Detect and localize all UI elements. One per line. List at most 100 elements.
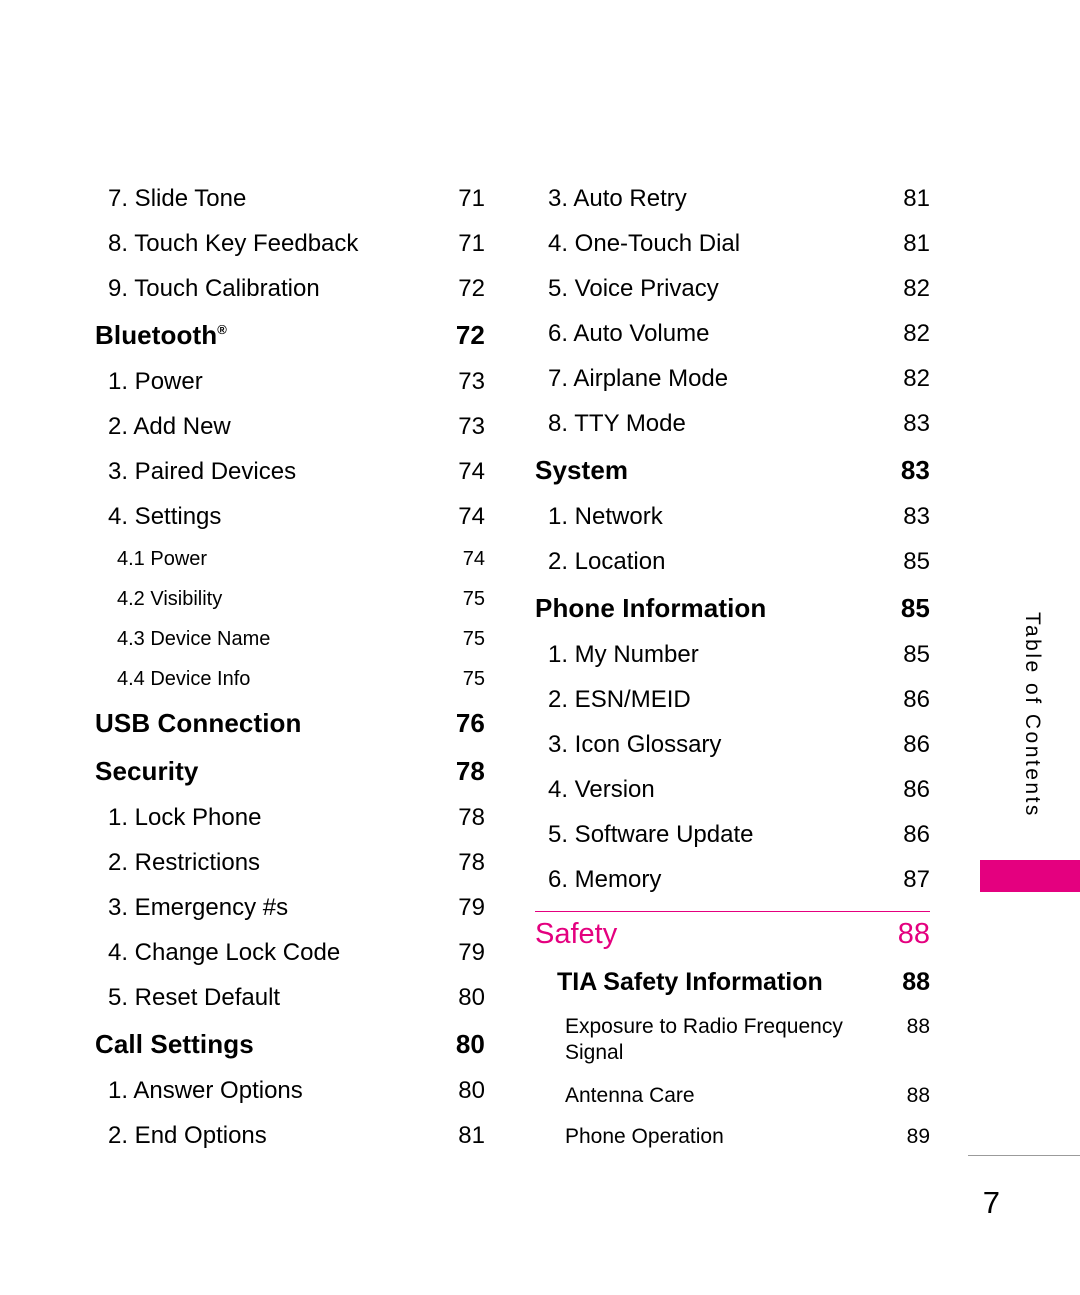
toc-entry-label: System (535, 455, 629, 485)
toc-entry-label: 2. Add New (108, 413, 231, 440)
toc-entry[interactable]: 8. TTY Mode 83 (535, 410, 930, 438)
toc-entry-label: 6. Memory (548, 866, 662, 893)
toc-entry-label: 1. My Number (548, 641, 699, 668)
toc-entry[interactable]: USB Connection 76 (95, 708, 485, 739)
toc-entry[interactable]: 3. Paired Devices 74 (95, 458, 485, 486)
toc-entry[interactable]: 4. One-Touch Dial 81 (535, 230, 930, 258)
toc-entry-page: 73 (458, 368, 485, 395)
toc-entry[interactable]: 5. Reset Default 80 (95, 984, 485, 1012)
toc-entry[interactable]: 3. Auto Retry 81 (535, 185, 930, 213)
toc-entry[interactable]: 5. Voice Privacy 82 (535, 275, 930, 303)
footer-rule (968, 1155, 1080, 1156)
toc-entry[interactable]: 7. Slide Tone 71 (95, 185, 485, 213)
toc-entry[interactable]: 9. Touch Calibration 72 (95, 275, 485, 303)
toc-entry[interactable]: 1. My Number 85 (535, 641, 930, 669)
toc-entry[interactable]: 6. Memory 87 (535, 866, 930, 894)
toc-entry-page: 83 (903, 410, 930, 437)
toc-page: 7. Slide Tone 71 8. Touch Key Feedback 71 9.… (0, 0, 1080, 1295)
toc-entry[interactable]: 4. Settings 74 (95, 503, 485, 531)
toc-entry-label: 8. Touch Key Feedback (108, 230, 359, 257)
toc-entry-label: Phone Operation (565, 1124, 724, 1148)
toc-entry[interactable]: 2. End Options 81 (95, 1122, 485, 1150)
toc-entry-label: 4.2 Visibility (117, 588, 223, 610)
toc-entry[interactable]: Bluetooth® 72 (95, 320, 485, 351)
toc-entry-label: 1. Answer Options (108, 1077, 303, 1104)
toc-entry[interactable]: 2. ESN/MEID 86 (535, 686, 930, 714)
toc-entry-label: 5. Reset Default (108, 984, 281, 1011)
toc-entry-page: 78 (458, 804, 485, 831)
toc-entry-page: 85 (900, 593, 930, 623)
toc-entry[interactable]: 2. Add New 73 (95, 413, 485, 441)
toc-entry-label: 4. Settings (108, 503, 222, 530)
toc-entry-page: 80 (458, 1077, 485, 1104)
toc-entry-page: 79 (458, 939, 485, 966)
toc-entry-page: 88 (902, 968, 930, 996)
toc-entry[interactable]: 4.2 Visibility 75 (95, 588, 485, 611)
toc-entry-page: 75 (462, 668, 485, 690)
toc-entry[interactable]: 4.3 Device Name 75 (95, 628, 485, 651)
toc-entry-label: 1. Network (548, 503, 663, 530)
toc-entry-label: 3. Auto Retry (548, 185, 687, 212)
toc-entry[interactable]: Antenna Care 88 (535, 1084, 930, 1108)
toc-entry-page: 72 (455, 320, 485, 350)
toc-entry-page: 78 (458, 849, 485, 876)
toc-entry[interactable]: 1. Network 83 (535, 503, 930, 531)
toc-entry[interactable]: 5. Software Update 86 (535, 821, 930, 849)
toc-entry-page: 82 (903, 320, 930, 347)
toc-entry[interactable]: Safety 88 (535, 918, 930, 951)
toc-entry[interactable]: 2. Location 85 (535, 548, 930, 576)
page-number: 7 (982, 1185, 1000, 1220)
toc-entry[interactable]: Exposure to Radio Frequency Signal 88 (535, 1014, 930, 1067)
toc-entry[interactable]: 4. Change Lock Code 79 (95, 939, 485, 967)
toc-entry[interactable]: 4.4 Device Info 75 (95, 668, 485, 691)
toc-entry-label: 4. One-Touch Dial (548, 230, 741, 257)
toc-entry[interactable]: 4.1 Power 74 (95, 548, 485, 571)
toc-entry-label: 4. Version (548, 776, 655, 803)
toc-entry-page: 74 (458, 503, 485, 530)
toc-entry-label: 9. Touch Calibration (108, 275, 320, 302)
toc-entry-label: 7. Airplane Mode (548, 365, 729, 392)
toc-entry-page: 85 (903, 641, 930, 668)
toc-entry-page: 86 (903, 821, 930, 848)
toc-entry[interactable]: Phone Operation 89 (535, 1125, 930, 1149)
toc-entry[interactable]: 4. Version 86 (535, 776, 930, 804)
toc-entry-page: 78 (455, 756, 485, 786)
toc-entry[interactable]: 6. Auto Volume 82 (535, 320, 930, 348)
toc-entry-label: 3. Paired Devices (108, 458, 297, 485)
toc-entry-label: 5. Software Update (548, 821, 754, 848)
toc-entry-label: 1. Power (108, 368, 203, 395)
toc-entry[interactable]: 1. Power 73 (95, 368, 485, 396)
toc-entry-label: Call Settings (95, 1029, 254, 1059)
toc-entry[interactable]: 1. Lock Phone 78 (95, 804, 485, 832)
toc-entry-label: 4.1 Power (117, 548, 208, 570)
toc-column-left: 7. Slide Tone 71 8. Touch Key Feedback 71 9.… (95, 185, 485, 1167)
toc-entry[interactable]: TIA Safety Information 88 (535, 968, 930, 997)
toc-entry[interactable]: 3. Icon Glossary 86 (535, 731, 930, 759)
toc-entry-label: 4.3 Device Name (117, 628, 271, 650)
toc-entry[interactable]: 1. Answer Options 80 (95, 1077, 485, 1105)
toc-entry[interactable]: 2. Restrictions 78 (95, 849, 485, 877)
toc-entry-label: 4.4 Device Info (117, 668, 251, 690)
toc-entry-page: 76 (455, 708, 485, 738)
toc-entry-page: 75 (462, 628, 485, 650)
toc-entry[interactable]: 7. Airplane Mode 82 (535, 365, 930, 393)
toc-entry[interactable]: Call Settings 80 (95, 1029, 485, 1060)
side-tab-marker (980, 860, 1080, 892)
chapter-divider (535, 911, 930, 912)
toc-entry[interactable]: 8. Touch Key Feedback 71 (95, 230, 485, 258)
toc-entry-page: 88 (906, 1083, 930, 1107)
toc-entry[interactable]: Security 78 (95, 756, 485, 787)
toc-entry[interactable]: 3. Emergency #s 79 (95, 894, 485, 922)
toc-entry[interactable]: System 83 (535, 455, 930, 486)
toc-entry-label: 5. Voice Privacy (548, 275, 719, 302)
toc-entry-label: 2. Location (548, 548, 666, 575)
toc-entry-page: 82 (903, 365, 930, 392)
toc-entry-label: 3. Icon Glossary (548, 731, 722, 758)
toc-entry-page: 74 (462, 548, 485, 570)
toc-entry-page: 80 (458, 984, 485, 1011)
toc-entry-page: 83 (903, 503, 930, 530)
toc-entry-label: 2. End Options (108, 1122, 267, 1149)
toc-entry-label: Security (95, 756, 199, 786)
toc-entry[interactable]: Phone Information 85 (535, 593, 930, 624)
toc-entry-label: Safety (535, 918, 618, 950)
